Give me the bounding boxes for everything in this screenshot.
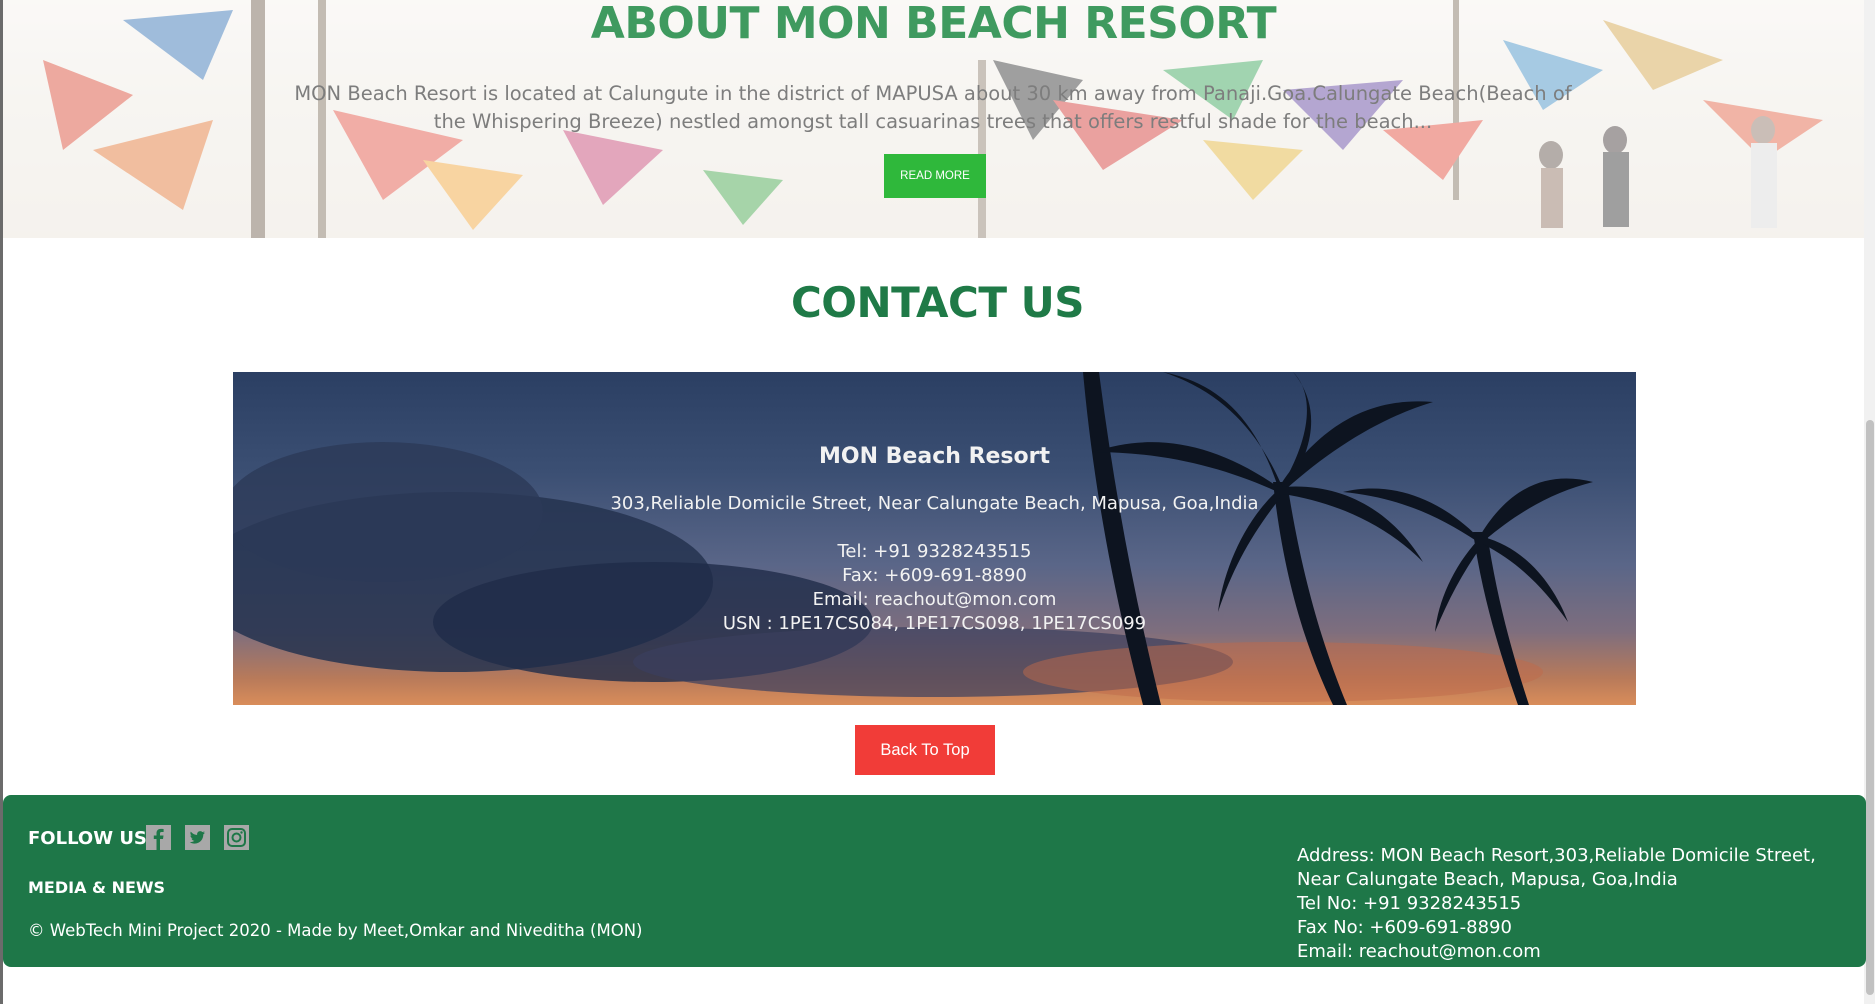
about-section: ABOUT MON BEACH RESORT MON Beach Resort …: [3, 0, 1864, 238]
beach-sunset-background-image: [233, 372, 1593, 705]
media-news-link[interactable]: MEDIA & NEWS: [28, 878, 165, 897]
scrollbar-thumb[interactable]: [1866, 420, 1874, 995]
instagram-icon[interactable]: [224, 825, 249, 850]
facebook-icon[interactable]: [146, 825, 171, 850]
footer: FOLLOW US MEDIA & NEWS © WebTech Mini Pr…: [3, 795, 1866, 967]
contact-fax: Fax: +609-691-8890: [842, 565, 1027, 586]
contact-email: Email: reachout@mon.com: [812, 589, 1057, 610]
footer-tel: Tel No: +91 9328243515: [1297, 893, 1522, 914]
contact-tel: Tel: +91 9328243515: [837, 541, 1032, 562]
copyright-text: © WebTech Mini Project 2020 - Made by Me…: [28, 921, 643, 940]
contact-usn: USN : 1PE17CS084, 1PE17CS098, 1PE17CS099: [722, 613, 1147, 634]
about-title: ABOUT MON BEACH RESORT: [590, 0, 1277, 49]
contact-resort-name: MON Beach Resort: [819, 444, 1050, 469]
twitter-icon[interactable]: [185, 825, 210, 850]
footer-email: Email: reachout@mon.com: [1297, 941, 1541, 962]
contact-card: MON Beach Resort 303,Reliable Domicile S…: [233, 372, 1636, 705]
contact-address: 303,Reliable Domicile Street, Near Calun…: [610, 493, 1259, 514]
follow-us-label: FOLLOW US: [28, 828, 147, 849]
back-to-top-button[interactable]: Back To Top: [855, 725, 995, 775]
about-description: MON Beach Resort is located at Calungute…: [294, 82, 1572, 133]
footer-address: Address: MON Beach Resort,303,Reliable D…: [1297, 845, 1816, 890]
read-more-button[interactable]: READ MORE: [884, 154, 986, 198]
contact-title: CONTACT US: [790, 278, 1085, 327]
footer-fax: Fax No: +609-691-8890: [1297, 917, 1512, 938]
